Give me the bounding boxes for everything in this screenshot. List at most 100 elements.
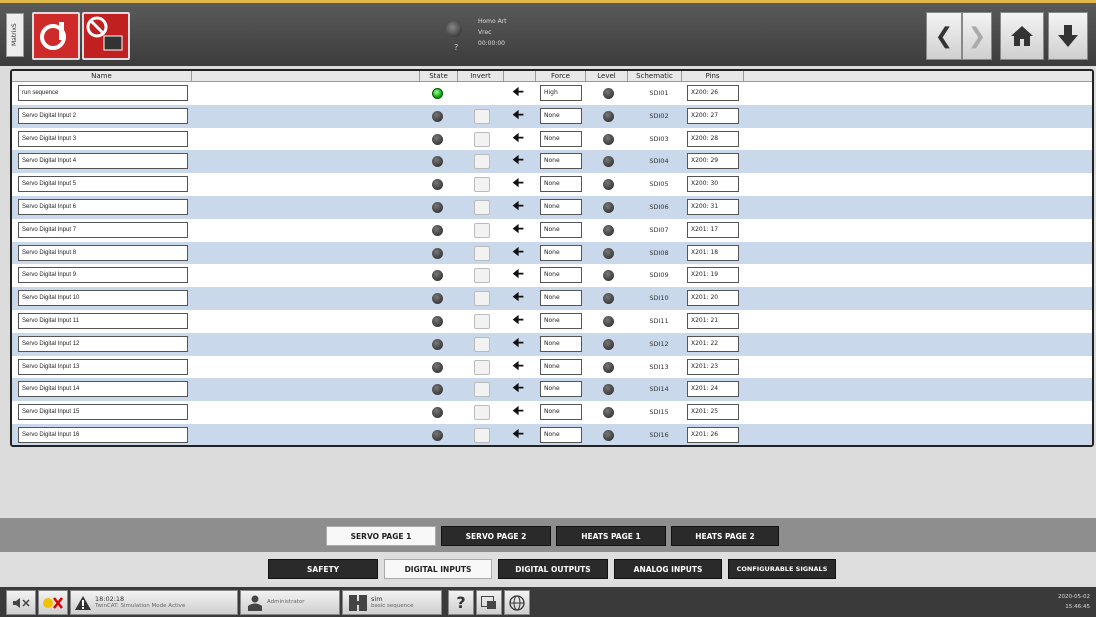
force-select[interactable]: None <box>540 130 582 147</box>
pins-field[interactable]: X200: 26 <box>687 85 739 101</box>
invert-checkbox[interactable] <box>474 177 490 193</box>
signal-name-field[interactable]: run sequence <box>18 85 188 101</box>
signal-name-field[interactable]: Servo Digital Input 3 <box>18 130 188 147</box>
force-select[interactable]: None <box>540 290 582 307</box>
pins-field[interactable]: X200: 29 <box>687 153 739 170</box>
col-name-header: Name <box>12 71 192 82</box>
force-select[interactable]: None <box>540 267 582 284</box>
invert-checkbox[interactable] <box>474 154 490 170</box>
mute-button[interactable] <box>6 590 36 615</box>
alarm-message[interactable]: 18:02:18 TwinCAT: Simulation Mode Active <box>70 590 238 615</box>
screenshot-button[interactable] <box>476 590 502 615</box>
force-select[interactable]: None <box>540 427 582 443</box>
tab-analog-inputs[interactable]: ANALOG INPUTS <box>614 559 722 579</box>
signal-name-field[interactable]: Servo Digital Input 6 <box>18 199 188 215</box>
force-select[interactable]: High <box>540 85 582 101</box>
tab-digital-inputs[interactable]: DIGITAL INPUTS <box>384 559 492 579</box>
force-select[interactable]: None <box>540 221 582 238</box>
signal-name-field[interactable]: Servo Digital Input 12 <box>18 335 188 352</box>
user-icon <box>248 595 262 611</box>
tab-configurable-signals[interactable]: CONFIGURABLE SIGNALS <box>728 559 836 579</box>
recipe-button[interactable]: sim basic sequence <box>342 590 442 615</box>
tab-servo-page-1[interactable]: SERVO PAGE 1 <box>326 526 436 546</box>
signal-name-field[interactable]: Servo Digital Input 8 <box>18 244 188 261</box>
matrix-tab[interactable]: MatrixS <box>6 13 24 57</box>
signal-name-field[interactable]: Servo Digital Input 10 <box>18 290 188 307</box>
pins-field[interactable]: X200: 27 <box>687 107 739 124</box>
invert-checkbox[interactable] <box>474 336 490 352</box>
pins-field[interactable]: X201: 25 <box>687 404 739 421</box>
force-select[interactable]: None <box>540 153 582 170</box>
schematic-label: SDI16 <box>649 431 669 439</box>
pins-field[interactable]: X201: 21 <box>687 313 739 329</box>
stop-button[interactable] <box>32 12 80 60</box>
recipe-sub: basic sequence <box>371 603 414 609</box>
pins-field[interactable]: X201: 20 <box>687 290 739 307</box>
machine-disabled-button[interactable] <box>82 12 130 60</box>
force-select[interactable]: None <box>540 358 582 375</box>
force-select[interactable]: None <box>540 199 582 215</box>
signal-name-field[interactable]: Servo Digital Input 13 <box>18 358 188 375</box>
pins-field[interactable]: X200: 28 <box>687 130 739 147</box>
state-led-icon <box>432 316 443 327</box>
tab-heats-page-2[interactable]: HEATS PAGE 2 <box>671 526 779 546</box>
invert-checkbox[interactable] <box>474 222 490 238</box>
user-button[interactable]: Administrator <box>240 590 340 615</box>
level-led-icon <box>603 156 614 168</box>
invert-checkbox[interactable] <box>474 131 490 147</box>
speaker-muted-icon <box>13 597 30 608</box>
force-select[interactable]: None <box>540 244 582 261</box>
status-indicator-icon <box>446 21 462 37</box>
invert-checkbox[interactable] <box>474 291 490 307</box>
invert-checkbox[interactable] <box>474 359 490 375</box>
current-date: 2020-05-02 <box>1058 594 1090 600</box>
invert-checkbox[interactable] <box>474 314 490 329</box>
invert-checkbox[interactable] <box>474 405 490 421</box>
pins-field[interactable]: X201: 26 <box>687 427 739 443</box>
signal-name-field[interactable]: Servo Digital Input 15 <box>18 404 188 421</box>
force-select[interactable]: None <box>540 335 582 352</box>
pins-field[interactable]: X200: 31 <box>687 199 739 215</box>
back-button[interactable]: ❮ <box>926 12 962 60</box>
tab-digital-outputs[interactable]: DIGITAL OUTPUTS <box>498 559 608 579</box>
signal-name-field[interactable]: Servo Digital Input 16 <box>18 427 188 443</box>
signal-name-field[interactable]: Servo Digital Input 5 <box>18 176 188 193</box>
alarm-reset-button[interactable] <box>38 590 68 615</box>
pins-field[interactable]: X201: 24 <box>687 381 739 398</box>
pins-field[interactable]: X201: 23 <box>687 358 739 375</box>
force-select[interactable]: None <box>540 313 582 329</box>
force-select[interactable]: None <box>540 107 582 124</box>
force-select[interactable]: None <box>540 381 582 398</box>
tab-safety[interactable]: SAFETY <box>268 559 378 579</box>
signal-name-field[interactable]: Servo Digital Input 9 <box>18 267 188 284</box>
home-button[interactable] <box>1000 12 1044 60</box>
machine-disabled-icon <box>86 16 123 51</box>
level-led-icon <box>603 361 614 373</box>
pins-field[interactable]: X201: 19 <box>687 267 739 284</box>
level-led-icon <box>603 202 614 213</box>
pins-field[interactable]: X201: 17 <box>687 221 739 238</box>
pins-field[interactable]: X201: 22 <box>687 335 739 352</box>
pins-field[interactable]: X200: 30 <box>687 176 739 193</box>
forward-button[interactable]: ❯ <box>962 12 992 60</box>
invert-checkbox[interactable] <box>474 268 490 284</box>
arrow-left-icon: 🠈 <box>512 199 525 214</box>
invert-checkbox[interactable] <box>474 382 490 398</box>
help-button[interactable]: ? <box>448 590 474 615</box>
language-button[interactable] <box>504 590 530 615</box>
tab-servo-page-2[interactable]: SERVO PAGE 2 <box>441 526 551 546</box>
invert-checkbox[interactable] <box>474 428 490 443</box>
force-select[interactable]: None <box>540 176 582 193</box>
signal-name-field[interactable]: Servo Digital Input 11 <box>18 313 188 329</box>
signal-name-field[interactable]: Servo Digital Input 2 <box>18 107 188 124</box>
pins-field[interactable]: X201: 18 <box>687 244 739 261</box>
force-select[interactable]: None <box>540 404 582 421</box>
signal-name-field[interactable]: Servo Digital Input 4 <box>18 153 188 170</box>
tab-heats-page-1[interactable]: HEATS PAGE 1 <box>556 526 666 546</box>
invert-checkbox[interactable] <box>474 200 490 215</box>
invert-checkbox[interactable] <box>474 245 490 261</box>
download-button[interactable] <box>1048 12 1088 60</box>
signal-name-field[interactable]: Servo Digital Input 14 <box>18 381 188 398</box>
invert-checkbox[interactable] <box>474 108 490 124</box>
signal-name-field[interactable]: Servo Digital Input 7 <box>18 221 188 238</box>
